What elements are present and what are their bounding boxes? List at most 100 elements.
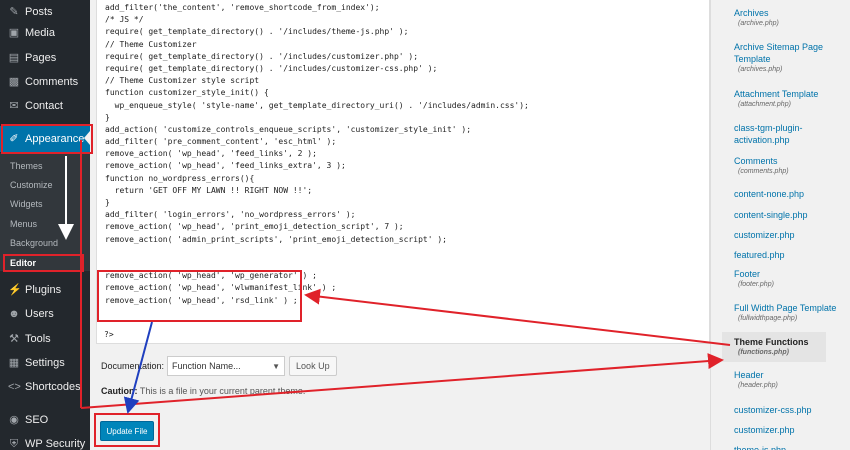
file-filename: (archives.php)	[738, 66, 783, 73]
menu-label: Tools	[25, 333, 51, 345]
menu-seo[interactable]: ◉ SEO	[0, 408, 90, 432]
code-line: add_filter( 'pre_comment_content', 'esc_…	[105, 137, 337, 147]
users-icon: ☻	[8, 308, 20, 320]
theme-file-link[interactable]: Comments (comments.php)	[734, 155, 846, 177]
wrench-icon: ⚒	[9, 333, 19, 345]
menu-label: Contact	[25, 100, 63, 112]
submenu-widgets[interactable]: Widgets	[10, 197, 43, 211]
annotation-box-appearance	[1, 124, 93, 154]
theme-file-link[interactable]: Theme Functions (functions.php)	[734, 336, 846, 358]
pin-icon: ✎	[9, 6, 19, 18]
menu-pages[interactable]: ▤ Pages	[0, 46, 90, 70]
theme-file-link[interactable]: Header (header.php)	[734, 369, 846, 391]
code-textarea[interactable]: add_filter('the_content', 'remove_shortc…	[105, 2, 695, 307]
code-line: add_filter( 'login_errors', 'no_wordpres…	[105, 210, 356, 220]
file-name: Archive Sitemap Page Template	[734, 42, 824, 64]
theme-file-link[interactable]: Full Width Page Template (fullwidthpage.p…	[734, 302, 846, 324]
code-line: wp_enqueue_style( 'style-name', get_temp…	[105, 100, 529, 110]
seo-icon: ◉	[9, 414, 19, 426]
code-line: remove_action( 'wp_head', 'feed_links_ex…	[105, 161, 346, 171]
shield-icon: ⛨	[9, 438, 19, 450]
menu-label: Shortcodes	[25, 381, 81, 393]
file-name: class-tgm-plugin-activation.php	[734, 123, 803, 145]
theme-file-link[interactable]: Archive Sitemap Page Template (archives.p…	[734, 41, 846, 75]
plug-icon: ⚡	[8, 284, 22, 296]
theme-file-link[interactable]: customizer.php	[734, 229, 846, 241]
submenu-background[interactable]: Background	[10, 236, 58, 250]
file-name: Attachment Template	[734, 89, 819, 99]
file-name: customizer-css.php	[734, 405, 812, 415]
mail-icon: ✉	[9, 100, 19, 112]
code-line: function customizer_style_init() {	[105, 88, 269, 98]
file-filename: (attachment.php)	[738, 101, 791, 108]
menu-label: Comments	[25, 76, 79, 88]
caution-notice: Caution: This is a file in your current …	[101, 386, 305, 396]
media-icon: ▣	[8, 27, 20, 39]
menu-label: SEO	[25, 414, 49, 426]
theme-file-link[interactable]: content-single.php	[734, 209, 846, 221]
file-filename: (archive.php)	[738, 20, 779, 27]
menu-plugins[interactable]: ⚡ Plugins	[0, 278, 90, 302]
file-name: theme-js.php	[734, 445, 787, 450]
theme-file-link[interactable]: Footer (footer.php)	[734, 268, 846, 290]
annotation-box-update	[94, 413, 160, 447]
code-line: require( get_template_directory() . '/in…	[105, 27, 409, 37]
look-up-button[interactable]: Look Up	[289, 356, 337, 376]
submenu-menus[interactable]: Menus	[10, 217, 37, 231]
code-line: add_action( 'customize_controls_enqueue_…	[105, 124, 472, 134]
file-filename: (footer.php)	[738, 281, 774, 288]
code-line: require( get_template_directory() . '/in…	[105, 63, 438, 73]
documentation-row: Documentation: Function Name... ▼ Look U…	[101, 356, 337, 376]
menu-settings[interactable]: ▦ Settings	[0, 351, 90, 375]
theme-file-link[interactable]: class-tgm-plugin-activation.php	[734, 122, 846, 146]
code-line: remove_action( 'wp_head', 'print_emoji_d…	[105, 222, 404, 232]
menu-label: Plugins	[25, 284, 62, 296]
theme-file-link[interactable]: theme-js.php	[734, 444, 846, 450]
submenu-themes[interactable]: Themes	[10, 159, 43, 173]
theme-file-link[interactable]: customizer.php	[734, 424, 846, 436]
theme-file-link[interactable]: Archives (archive.php)	[734, 7, 846, 29]
menu-contact[interactable]: ✉ Contact	[0, 94, 90, 118]
code-line: // Theme Customizer style script	[105, 76, 260, 86]
menu-label: Settings	[25, 357, 65, 369]
file-name: Theme Functions	[734, 337, 809, 347]
wp-theme-editor-screen: ✎ Posts ▣ Media ▤ Pages ▩ Comments ✉ Con…	[0, 0, 850, 450]
file-name: Full Width Page Template	[734, 303, 837, 313]
select-value: Function Name...	[172, 361, 241, 371]
file-name: Comments	[734, 156, 778, 166]
menu-label: Users	[25, 308, 54, 320]
caution-label: Caution:	[101, 386, 138, 396]
menu-comments[interactable]: ▩ Comments	[0, 70, 90, 94]
code-line: function no_wordpress_errors(){	[105, 173, 255, 183]
menu-label: Posts	[25, 6, 53, 18]
file-name: customizer.php	[734, 230, 795, 240]
code-line: remove_action( 'wp_head', 'feed_links', …	[105, 149, 317, 159]
menu-shortcodes[interactable]: <> Shortcodes	[0, 375, 90, 399]
code-line: }	[105, 112, 110, 122]
theme-file-link[interactable]: customizer-css.php	[734, 404, 846, 416]
function-name-select[interactable]: Function Name... ▼	[167, 356, 286, 376]
file-name: Archives	[734, 8, 769, 18]
file-filename: (header.php)	[738, 382, 778, 389]
menu-tools[interactable]: ⚒ Tools	[0, 327, 90, 351]
caution-text: This is a file in your current parent th…	[137, 386, 306, 396]
file-name: content-none.php	[734, 189, 805, 199]
comments-icon: ▩	[8, 76, 20, 88]
theme-file-link[interactable]: featured.php	[734, 249, 846, 261]
menu-label: Pages	[25, 52, 57, 64]
submenu-customize[interactable]: Customize	[10, 178, 53, 192]
menu-label: WP Security	[25, 438, 86, 450]
php-end-tag: ?>	[104, 330, 114, 339]
menu-media[interactable]: ▣ Media	[0, 21, 90, 45]
menu-wp-security[interactable]: ⛨ WP Security	[0, 432, 90, 450]
code-line: }	[105, 198, 110, 207]
pages-icon: ▤	[8, 52, 20, 64]
code-line: require( get_template_directory() . '/in…	[105, 51, 419, 61]
theme-file-link[interactable]: content-none.php	[734, 188, 846, 200]
theme-file-link[interactable]: Attachment Template (attachment.php)	[734, 88, 846, 110]
menu-label: Media	[25, 27, 55, 39]
code-line: /* JS */	[105, 15, 144, 25]
menu-users[interactable]: ☻ Users	[0, 302, 90, 326]
file-filename: (comments.php)	[738, 168, 789, 175]
